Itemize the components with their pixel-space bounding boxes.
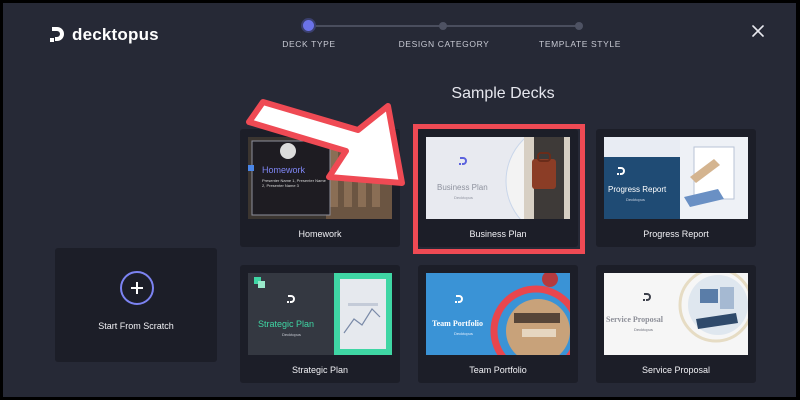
start-from-scratch-card[interactable]: Start From Scratch	[55, 248, 217, 362]
deck-card-homework[interactable]: Homework Presenter Name 1, Presenter Nam…	[240, 129, 400, 247]
deck-picker-screen: decktopus DECK TYPE DESIGN CATEGORY TEMP…	[3, 3, 796, 397]
deck-card-service-proposal[interactable]: Service Proposal Decktopus Service Propo…	[596, 265, 756, 383]
thumb-title: Strategic Plan	[258, 319, 315, 329]
step-label-deck-type[interactable]: DECK TYPE	[282, 39, 335, 49]
progress-stepper: DECK TYPE DESIGN CATEGORY TEMPLATE STYLE	[3, 3, 796, 63]
thumb-subtitle: Presenter Name 1, Presenter Name 2, Pres…	[262, 178, 326, 188]
deck-thumbnail: Strategic Plan Decktopus	[248, 273, 392, 355]
deck-label-team-portfolio: Team Portfolio	[469, 365, 527, 375]
thumb-title: Business Plan	[437, 183, 488, 192]
section-title: Sample Decks	[451, 85, 555, 102]
business-background-image	[426, 137, 570, 219]
deck-card-team-portfolio[interactable]: Team Portfolio Decktopus Team Portfolio	[418, 265, 578, 383]
thumb-title: Progress Report	[608, 185, 667, 194]
deck-thumbnail: Service Proposal Decktopus	[604, 273, 748, 355]
deck-label-strategic-plan: Strategic Plan	[291, 365, 349, 375]
deck-label-service-proposal: Service Proposal	[641, 365, 711, 375]
close-icon	[752, 25, 764, 37]
thumb-title: Team Portfolio	[432, 319, 484, 328]
deck-card-business-plan[interactable]: Business Plan Decktopus Business Plan	[418, 129, 578, 247]
deck-thumbnail: Progress Report Decktopus	[604, 137, 748, 219]
step-dot-design-category[interactable]	[439, 22, 447, 30]
close-button[interactable]	[750, 23, 766, 39]
thumb-subtitle: Decktopus	[454, 195, 473, 200]
deck-label-business-plan: Business Plan	[469, 229, 527, 239]
progress-background-image	[604, 137, 748, 219]
thumb-subtitle: Decktopus	[282, 332, 301, 337]
step-label-design-category[interactable]: DESIGN CATEGORY	[399, 39, 490, 49]
step-label-template-style[interactable]: TEMPLATE STYLE	[539, 39, 621, 49]
strategic-background-image	[248, 273, 392, 355]
portfolio-background-image	[426, 273, 570, 355]
thumb-subtitle: Decktopus	[454, 331, 473, 336]
deck-card-progress-report[interactable]: Progress Report Decktopus Progress Repor…	[596, 129, 756, 247]
service-background-image	[604, 273, 748, 355]
thumb-subtitle: Decktopus	[626, 197, 645, 202]
start-from-scratch-label: Start From Scratch	[98, 321, 174, 331]
deck-label-homework: Homework	[298, 229, 342, 239]
step-dot-template-style[interactable]	[575, 22, 583, 30]
step-dot-deck-type[interactable]	[303, 20, 314, 31]
deck-thumbnail: Homework Presenter Name 1, Presenter Nam…	[248, 137, 392, 219]
plus-circle-icon	[120, 271, 154, 305]
deck-thumbnail: Business Plan Decktopus	[426, 137, 570, 219]
deck-label-progress-report: Progress Report	[643, 229, 709, 239]
thumb-title: Service Proposal	[606, 315, 663, 324]
thumb-title: Homework	[262, 165, 306, 175]
deck-card-strategic-plan[interactable]: Strategic Plan Decktopus Strategic Plan	[240, 265, 400, 383]
thumb-subtitle: Decktopus	[634, 327, 653, 332]
deck-thumbnail: Team Portfolio Decktopus	[426, 273, 570, 355]
